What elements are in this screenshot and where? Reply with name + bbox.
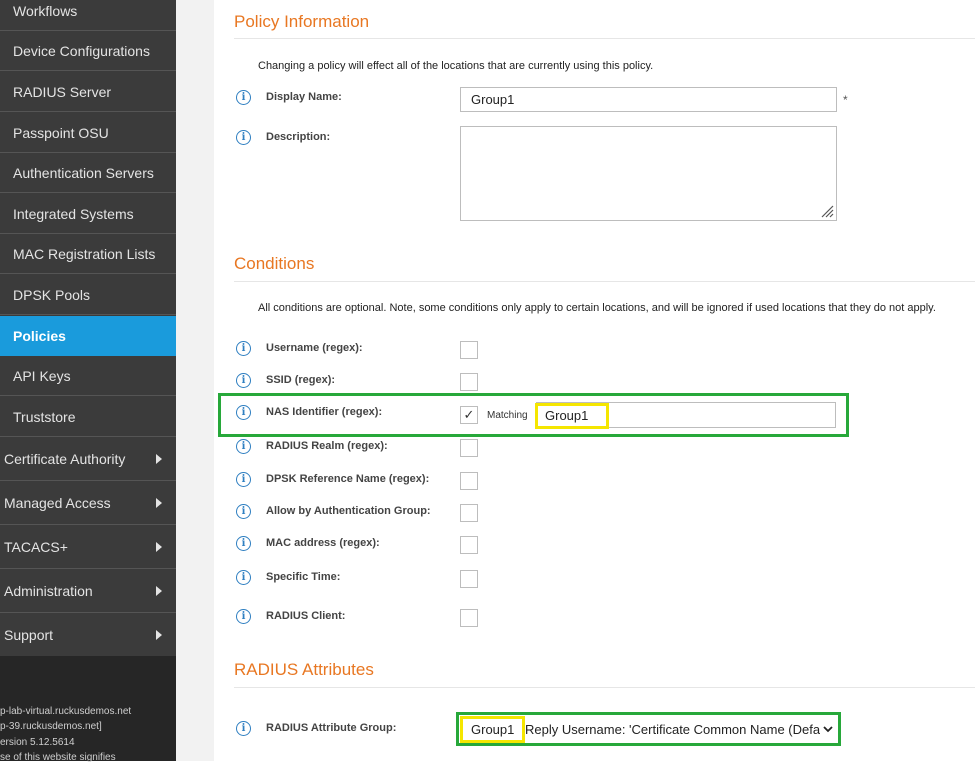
resize-grip-icon[interactable] (820, 204, 834, 218)
divider (234, 38, 975, 39)
sidebar-item-truststore[interactable]: Truststore (0, 397, 176, 437)
sidebar-group-label: Support (4, 627, 54, 643)
nas-identifier-highlight-box (218, 393, 849, 437)
info-icon[interactable]: i (236, 90, 251, 105)
info-icon[interactable]: i (236, 130, 251, 145)
info-icon[interactable]: i (236, 504, 251, 519)
condition-label-specific-time: Specific Time: (266, 571, 341, 583)
condition-label-dpsk-reference-name: DPSK Reference Name (regex): (266, 473, 430, 485)
divider (234, 687, 975, 688)
sidebar-item-integrated-systems[interactable]: Integrated Systems (0, 194, 176, 234)
conditions-note: All conditions are optional. Note, some … (258, 302, 936, 314)
info-icon[interactable]: i (236, 472, 251, 487)
condition-label-radius-client: RADIUS Client: (266, 610, 346, 622)
section-title-policy-information: Policy Information (234, 12, 370, 31)
condition-label-mac-address: MAC address (regex): (266, 537, 380, 549)
required-mark: * (843, 93, 848, 107)
description-textarea[interactable] (460, 126, 837, 221)
sidebar-group-support[interactable]: Support (0, 613, 176, 657)
footer-version: ersion 5.12.5614 (0, 737, 75, 748)
caret-right-icon (156, 586, 162, 596)
sidebar-item-dpsk-pools[interactable]: DPSK Pools (0, 275, 176, 315)
policy-note: Changing a policy will effect all of the… (258, 60, 654, 72)
radius-attribute-group-name-highlight: Group1 (460, 716, 525, 743)
caret-right-icon (156, 454, 162, 464)
sidebar-group-administration[interactable]: Administration (0, 569, 176, 613)
sidebar-group-managed-access[interactable]: Managed Access (0, 481, 176, 525)
condition-checkbox-dpsk-reference-name[interactable] (460, 472, 478, 490)
sidebar-item-device-configurations[interactable]: Device Configurations (0, 31, 176, 71)
condition-checkbox-specific-time[interactable] (460, 570, 478, 588)
condition-label-ssid: SSID (regex): (266, 374, 336, 386)
info-icon[interactable]: i (236, 570, 251, 585)
info-icon[interactable]: i (236, 536, 251, 551)
info-icon[interactable]: i (236, 721, 251, 736)
condition-label-username: Username (regex): (266, 342, 363, 354)
sidebar-group-label: Managed Access (4, 495, 111, 511)
divider (234, 281, 975, 282)
section-title-radius-attributes: RADIUS Attributes (234, 660, 374, 679)
content-gutter (176, 0, 214, 761)
sidebar: Workflows Device Configurations RADIUS S… (0, 0, 176, 763)
caret-right-icon (156, 498, 162, 508)
sidebar-group-certificate-authority[interactable]: Certificate Authority (0, 437, 176, 481)
radius-attribute-group-name: Group1 (471, 722, 515, 737)
condition-checkbox-ssid[interactable] (460, 373, 478, 391)
caret-right-icon (156, 630, 162, 640)
sidebar-group-label: TACACS+ (4, 539, 68, 555)
condition-checkbox-mac-address[interactable] (460, 536, 478, 554)
description-label: Description: (266, 131, 331, 143)
footer-node: p-39.ruckusdemos.net] (0, 721, 102, 732)
sidebar-item-api-keys[interactable]: API Keys (0, 356, 176, 396)
sidebar-item-passpoint-osu[interactable]: Passpoint OSU (0, 113, 176, 153)
info-icon[interactable]: i (236, 373, 251, 388)
footer-host: p-lab-virtual.ruckusdemos.net (0, 706, 132, 717)
sidebar-item-policies[interactable]: Policies (0, 316, 176, 356)
sidebar-item-workflows[interactable]: Workflows (0, 0, 176, 31)
condition-checkbox-radius-client[interactable] (460, 609, 478, 627)
display-name-input[interactable]: Group1 (460, 87, 837, 112)
condition-label-radius-realm: RADIUS Realm (regex): (266, 440, 388, 452)
condition-checkbox-authentication-group[interactable] (460, 504, 478, 522)
condition-checkbox-username[interactable] (460, 341, 478, 359)
sidebar-footer: p-lab-virtual.ruckusdemos.net p-39.rucku… (0, 656, 176, 763)
sidebar-group-label: Certificate Authority (4, 451, 126, 467)
caret-right-icon (156, 542, 162, 552)
sidebar-group-tacacs[interactable]: TACACS+ (0, 525, 176, 569)
info-icon[interactable]: i (236, 439, 251, 454)
info-icon[interactable]: i (236, 341, 251, 356)
chevron-down-icon[interactable] (823, 724, 833, 734)
sidebar-item-authentication-servers[interactable]: Authentication Servers (0, 153, 176, 193)
sidebar-group-label: Administration (4, 583, 93, 599)
condition-label-authentication-group: Allow by Authentication Group: (266, 505, 431, 517)
info-icon[interactable]: i (236, 609, 251, 624)
footer-terms: se of this website signifies (0, 752, 116, 763)
radius-attribute-group-value: Reply Username: 'Certificate Common Name… (525, 722, 820, 737)
display-name-label: Display Name: (266, 91, 342, 103)
sidebar-item-radius-server[interactable]: RADIUS Server (0, 72, 176, 112)
sidebar-item-mac-registration-lists[interactable]: MAC Registration Lists (0, 234, 176, 274)
section-title-conditions: Conditions (234, 254, 315, 273)
radius-attribute-group-label: RADIUS Attribute Group: (266, 722, 397, 734)
condition-checkbox-radius-realm[interactable] (460, 439, 478, 457)
